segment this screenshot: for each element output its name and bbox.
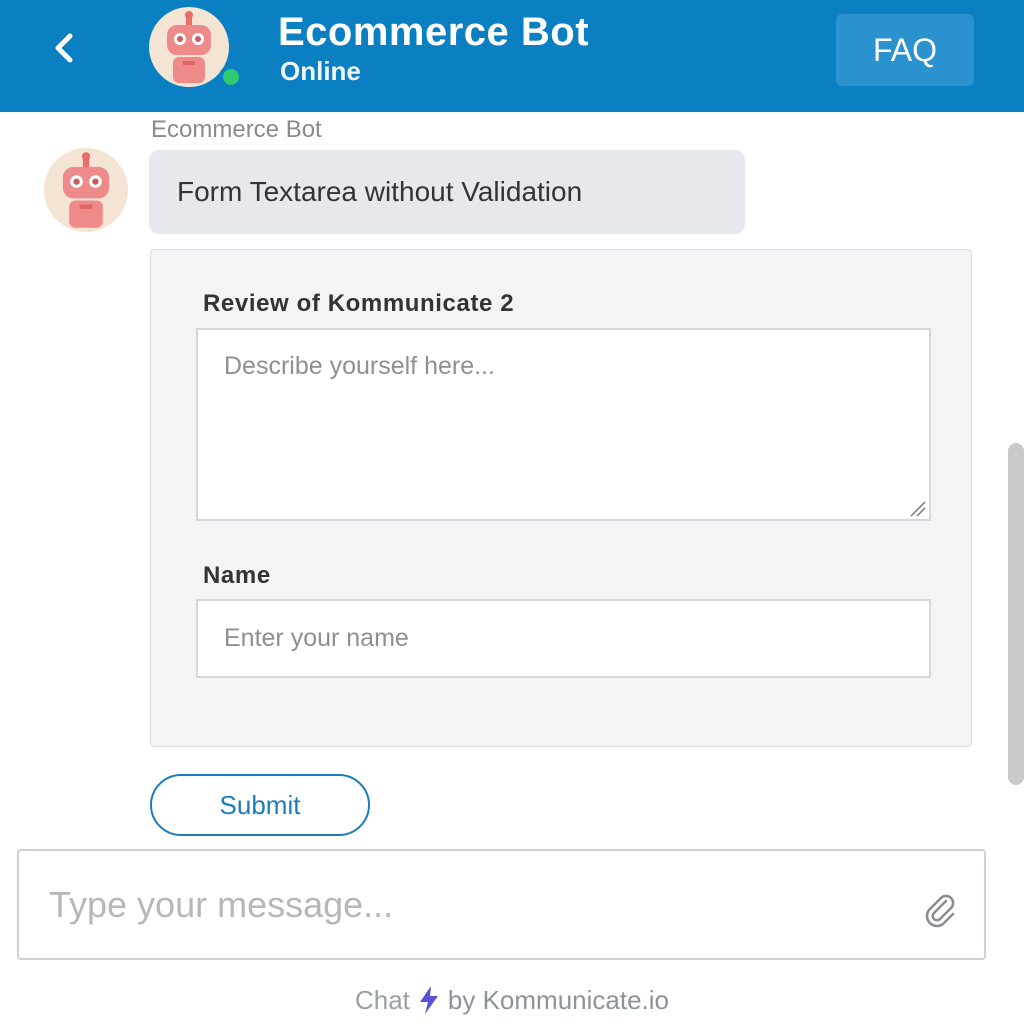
- message-input[interactable]: [21, 853, 901, 957]
- name-input[interactable]: [196, 599, 931, 678]
- review-label: Review of Kommunicate 2: [203, 290, 515, 317]
- lightning-icon: [419, 986, 438, 1014]
- robot-icon: [62, 152, 110, 228]
- paperclip-icon: [925, 894, 955, 928]
- powered-by-footer: Chat by Kommunicate.io: [0, 982, 1024, 1018]
- name-label: Name: [203, 562, 271, 589]
- message-composer: [17, 849, 986, 960]
- robot-icon: [167, 11, 211, 83]
- form-card: Review of Kommunicate 2 Name: [150, 249, 972, 747]
- faq-button[interactable]: FAQ: [836, 14, 974, 86]
- bot-avatar: [149, 7, 251, 89]
- resize-handle-icon[interactable]: [907, 498, 927, 518]
- message-text: Form Textarea without Validation: [177, 176, 583, 207]
- review-textarea[interactable]: [196, 328, 931, 521]
- back-button[interactable]: [40, 26, 88, 70]
- footer-prefix: Chat: [354, 984, 410, 1015]
- bot-status: Online: [280, 56, 361, 86]
- chevron-left-icon: [55, 33, 73, 63]
- attach-button[interactable]: [919, 889, 959, 929]
- message-bubble: Form Textarea without Validation: [149, 150, 745, 234]
- message-sender: Ecommerce Bot: [151, 116, 322, 143]
- message-avatar: [44, 148, 128, 232]
- bot-title: Ecommerce Bot: [278, 10, 590, 54]
- online-status-dot: [219, 65, 243, 89]
- scrollbar-thumb[interactable]: [1008, 443, 1024, 785]
- footer-brand-link[interactable]: by Kommunicate.io: [448, 985, 669, 1016]
- chat-header: Ecommerce Bot Online FAQ: [0, 0, 1024, 112]
- submit-button[interactable]: Submit: [150, 774, 370, 836]
